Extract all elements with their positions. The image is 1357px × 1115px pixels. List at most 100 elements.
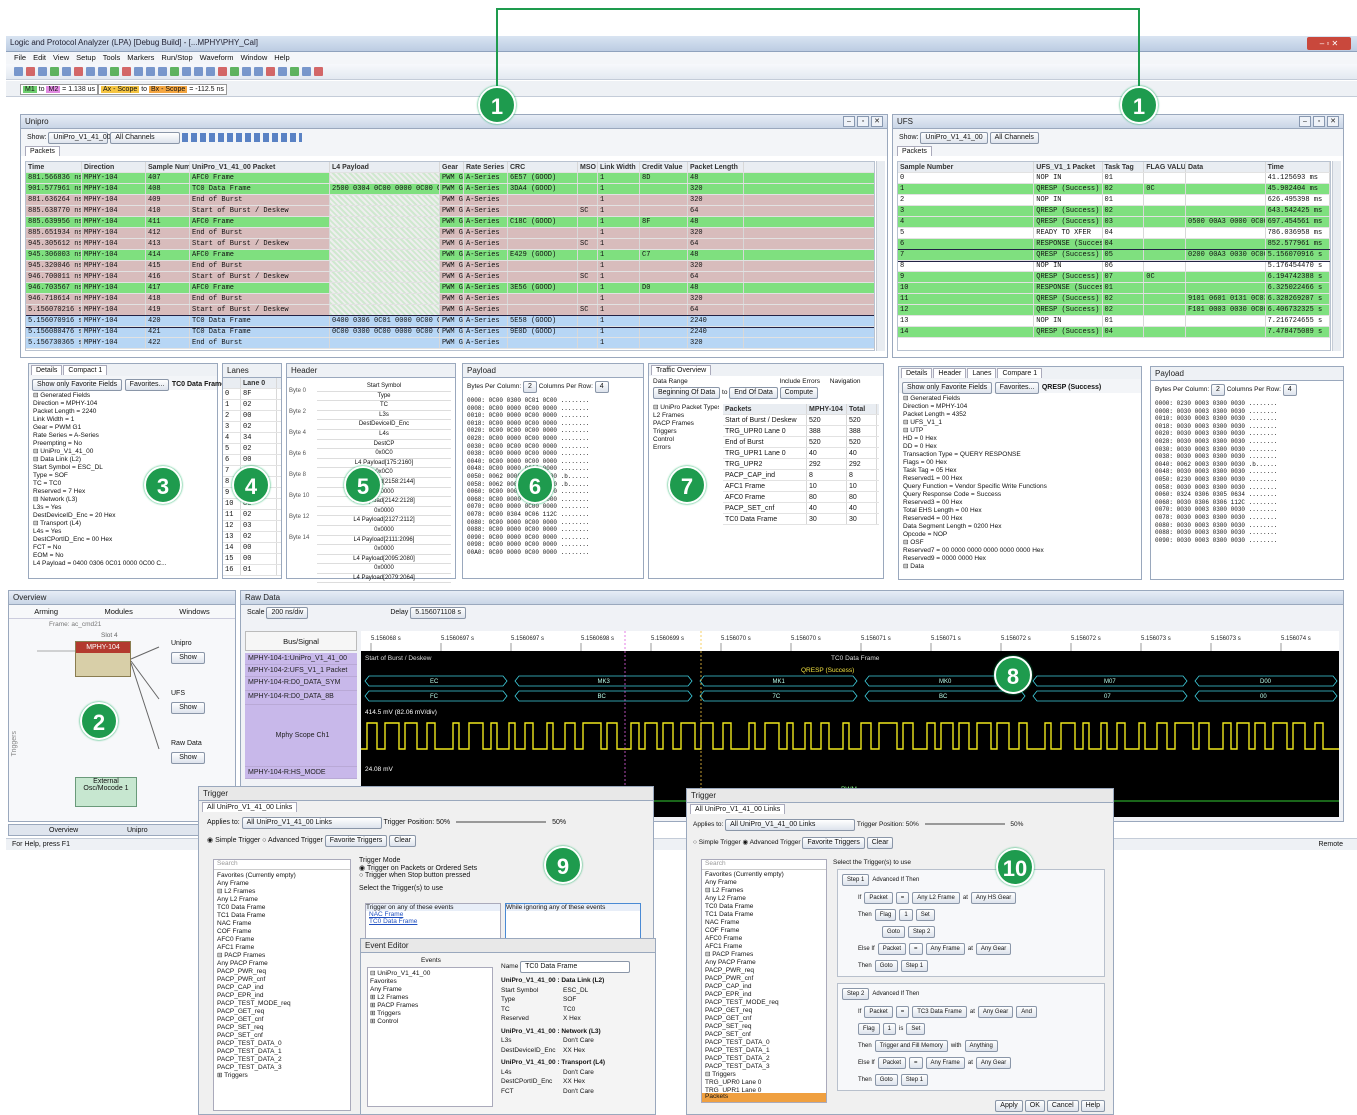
lane-row[interactable]: 16 01 [223,565,281,576]
mode-radio-1[interactable]: ◉ Trigger on Packets or Ordered Sets [359,864,649,872]
header-field[interactable]: L4 Payload[2079:2064] [317,574,451,584]
trigger-tree-item[interactable]: PACP_SET_req [217,1024,347,1032]
payload-line[interactable]: 0068: 0C00 0000 0C00 0000 ........ [467,496,639,504]
favorite-triggers-button[interactable]: Favorite Triggers [802,837,865,849]
traffic-row[interactable]: AFC1 Frame 10 10 [723,481,879,492]
packet-select[interactable]: Packet [877,943,907,955]
editor-field-row[interactable]: Type SOF [501,995,651,1005]
toolbar-button-icon[interactable] [230,67,239,76]
tree-item[interactable]: Opcode = NOP [903,531,1137,539]
table-row[interactable]: 14 QRESP (Success) 04 7.478475089 s [898,327,1330,338]
toolbar-button-icon[interactable] [134,67,143,76]
tree-item[interactable]: ⊟ Data [903,563,1137,571]
trigger-tree-item[interactable]: PACP_TEST_MODE_req [705,999,823,1007]
tree-item[interactable]: Reserved4 = 00 Hex [903,515,1137,523]
field-value[interactable]: XX Hex [563,1077,585,1087]
toolbar-button-icon[interactable] [110,67,119,76]
trigger-tree-item[interactable]: PACP_CAP_ind [705,983,823,991]
tree-item[interactable]: Reserved1 = 00 Hex [903,475,1137,483]
table-row[interactable]: 945.305612 ns MPHY-104 413 Start of Burst /… [26,239,874,250]
columns-per-row-input[interactable]: 4 [594,381,609,393]
payload-line[interactable]: 0008: 0030 0003 0300 0030 ........ [1155,408,1339,416]
show-button[interactable]: Show [171,702,205,714]
trigger-tree-item[interactable]: PACP_TEST_DATA_2 [217,1056,347,1064]
step-button[interactable]: Step 2 [842,988,870,1000]
table-row[interactable]: 9 QRESP (Success) 07 0C 6.194742388 s [898,272,1330,283]
trigger-tree-item[interactable]: ⊟ PACP Frames [217,952,347,960]
tree-item[interactable]: Rate Series = A-Series [33,432,213,440]
trigger-tree-item[interactable]: ⊟ L2 Frames [217,888,347,896]
lane-row[interactable]: 15 00 [223,554,281,565]
tree-item[interactable]: L3s = Yes [33,504,213,512]
payload-line[interactable]: 00A0: 0C00 0000 0C00 0000 ........ [467,549,639,557]
tab-compact-1[interactable]: Compact 1 [63,365,108,375]
header-field[interactable]: L3s [317,411,451,421]
field-value[interactable]: Don't Care [563,1036,594,1046]
column-header[interactable]: MPHY-104 [807,404,847,414]
minimize-icon[interactable]: – [843,116,855,127]
tree-item[interactable]: DestDeviceID_Enc = 20 Hex [33,512,213,520]
toolbar-button-icon[interactable] [62,67,71,76]
header-field[interactable]: L4 Payload[2095:2080] [317,555,451,565]
table-row[interactable]: 3 QRESP (Success) 02 643.542425 ms [898,206,1330,217]
tree-item[interactable]: FCT = No [33,544,213,552]
lane-row[interactable]: 6 00 [223,455,281,466]
advanced-trigger-radio[interactable]: ◉ Advanced Trigger [742,839,800,846]
tree-item[interactable]: DestCPortID_Enc = 00 Hex [33,536,213,544]
field-filter-select[interactable]: Show only Favorite Fields [32,379,123,391]
toolbar-button-icon[interactable] [146,67,155,76]
column-header[interactable]: Direction [82,162,146,172]
table-row[interactable]: 5.156070216 s MPHY-104 419 Start of Burst /… [26,305,874,316]
frame-select[interactable]: TC3 Data Frame [912,1006,967,1018]
tab-overview[interactable]: Overview [49,825,78,836]
m2-marker[interactable]: M2 [46,86,61,93]
toolbar-button-icon[interactable] [266,67,275,76]
table-row[interactable]: 885.651934 ns MPHY-104 412 End of Burst PWM … [26,228,874,239]
trigger-tree-item[interactable]: TC0 Data Frame [705,903,823,911]
tree-item[interactable]: Packet Length = 2240 [33,408,213,416]
window-card-unipro[interactable]: Unipro Show [159,637,219,671]
tree-item[interactable]: ⊟ Generated Fields [903,395,1137,403]
header-field[interactable]: DestDeviceID_Enc [317,420,451,430]
search-input[interactable]: Search [214,860,350,870]
field-value[interactable]: X Hex [563,1014,581,1024]
table-row[interactable]: 945.320046 ns MPHY-104 415 End of Burst PWM … [26,261,874,272]
payload-line[interactable]: 0008: 0C00 0000 0C00 0000 ........ [467,405,639,413]
toolbar-button-icon[interactable] [38,67,47,76]
trigger-tree-item[interactable]: Any Frame [705,879,823,887]
payload-line[interactable]: 0078: 0030 0003 0300 0030 ........ [1155,514,1339,522]
advanced-trigger-radio[interactable]: ○ Advanced Trigger [262,837,323,844]
trigger-tree-item[interactable]: AFC1 Frame [705,943,823,951]
packets-bar[interactable]: Packets [702,1093,826,1102]
mode-radio-2[interactable]: ○ Trigger when Stop button pressed [359,872,649,879]
event-tree-item[interactable]: Any Frame [370,986,490,994]
table-row[interactable]: 4QRESP (Success)03 0500 00A3 0000 0C00..6… [898,217,1330,228]
editor-field-row[interactable]: L3s Don't Care [501,1036,651,1046]
tree-item[interactable]: Reserved = 7 Hex [33,488,213,496]
payload-line[interactable]: 0038: 0030 0003 0300 0030 ........ [1155,453,1339,461]
trigger-event-item[interactable]: NAC Frame [366,911,500,918]
payload-line[interactable]: 0028: 0030 0003 0300 0030 ........ [1155,438,1339,446]
lane-row[interactable]: 5 02 [223,444,281,455]
table-row[interactable]: 946.718614 ns MPHY-104 418 End of Burst PWM … [26,294,874,305]
header-field[interactable]: L4s [317,430,451,440]
bytes-per-column-select[interactable]: 2 [523,381,537,393]
trigger-tree-item[interactable]: COF Frame [217,928,347,936]
trigger-tree-item[interactable]: ⊟ Triggers [705,1071,823,1079]
trigger-tree-item[interactable]: TC1 Data Frame [217,912,347,920]
trigger-tree-item[interactable]: TC0 Data Frame [217,904,347,912]
table-row[interactable]: 5 READY TO XFER 04 786.036958 ms [898,228,1330,239]
tree-item[interactable]: Start Symbol = ESC_DL [33,464,213,472]
trigger-tree-item[interactable]: ⊟ PACP Frames [705,951,823,959]
payload-line[interactable]: 0030: 0030 0003 0300 0030 ........ [1155,446,1339,454]
tree-item[interactable]: Query Response Code = Success [903,491,1137,499]
column-header[interactable]: Rate Series [464,162,508,172]
editor-field-row[interactable]: DestDeviceID_Enc XX Hex [501,1046,651,1056]
table-row[interactable]: 0 NOP IN 01 41.125693 ms [898,173,1330,184]
column-header[interactable]: FLAG VALUE [1144,162,1186,172]
trigger-tree-item[interactable]: Any Frame [217,880,347,888]
menu-help[interactable]: Help [274,53,289,62]
event-tree-item[interactable]: ⊞ Control [370,1018,490,1026]
toolbar-button-icon[interactable] [242,67,251,76]
header-field[interactable]: 0x0C0 [317,468,451,478]
